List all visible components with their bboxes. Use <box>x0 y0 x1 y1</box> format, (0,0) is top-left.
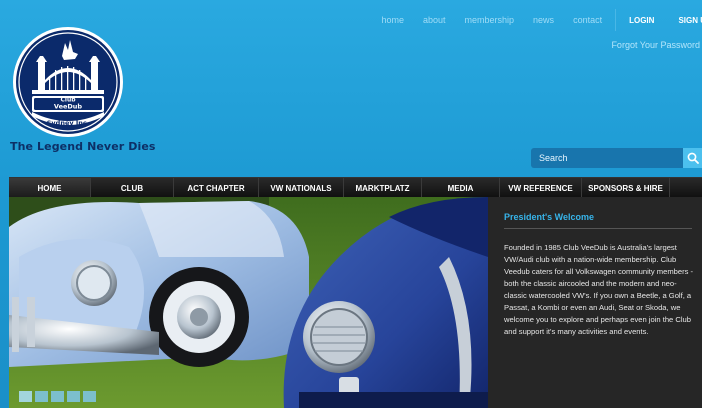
divider <box>504 228 692 229</box>
main-nav-vw-nationals[interactable]: VW NATIONALS <box>259 178 344 198</box>
search-icon <box>687 152 699 164</box>
login-link[interactable]: LOGIN <box>629 16 654 25</box>
main-nav-sponsors-hire[interactable]: SPONSORS & HIRE <box>582 178 670 198</box>
search-button[interactable] <box>683 148 702 168</box>
top-link-contact[interactable]: contact <box>573 15 602 25</box>
presidents-welcome-panel: President's Welcome Founded in 1985 Club… <box>488 197 702 408</box>
slide-dot[interactable] <box>83 391 96 402</box>
welcome-title: President's Welcome <box>504 212 595 222</box>
tagline: The Legend Never Dies <box>10 140 156 153</box>
top-nav: home about membership news contact LOGIN… <box>362 9 702 31</box>
main-nav-club[interactable]: CLUB <box>91 178 174 198</box>
page: home about membership news contact LOGIN… <box>0 0 702 408</box>
club-logo[interactable]: Club VeeDub Sydney Inc. <box>12 26 124 138</box>
top-link-home[interactable]: home <box>381 15 404 25</box>
main-nav-marktplatz[interactable]: MARKTPLATZ <box>344 178 422 198</box>
main-nav-home[interactable]: HOME <box>9 178 91 198</box>
slide-dot[interactable] <box>19 391 32 402</box>
nav-divider <box>615 9 617 31</box>
top-link-about[interactable]: about <box>423 15 446 25</box>
top-link-news[interactable]: news <box>533 15 554 25</box>
svg-text:VeeDub: VeeDub <box>54 103 83 111</box>
top-link-membership[interactable]: membership <box>465 15 515 25</box>
main-nav-act-chapter[interactable]: ACT CHAPTER <box>174 178 259 198</box>
slide-dot[interactable] <box>51 391 64 402</box>
slide-indicators <box>19 391 96 402</box>
main-nav: HOME CLUB ACT CHAPTER VW NATIONALS MARKT… <box>9 177 702 198</box>
signup-link[interactable]: SIGN U <box>678 16 702 25</box>
search-input[interactable] <box>531 148 683 168</box>
slide-dot[interactable] <box>35 391 48 402</box>
forgot-password-link[interactable]: Forgot Your Password <box>611 40 700 50</box>
slide-dot[interactable] <box>67 391 80 402</box>
hero-image-vw-beetles <box>9 197 488 408</box>
welcome-body: Founded in 1985 Club VeeDub is Australia… <box>504 243 694 336</box>
main-nav-media[interactable]: MEDIA <box>422 178 500 198</box>
main-nav-end <box>670 178 702 198</box>
main-nav-vw-reference[interactable]: VW REFERENCE <box>500 178 582 198</box>
club-logo-emblem: Club VeeDub Sydney Inc. <box>13 27 123 137</box>
hero-slideshow[interactable] <box>9 197 488 408</box>
svg-text:Sydney Inc.: Sydney Inc. <box>47 119 89 127</box>
